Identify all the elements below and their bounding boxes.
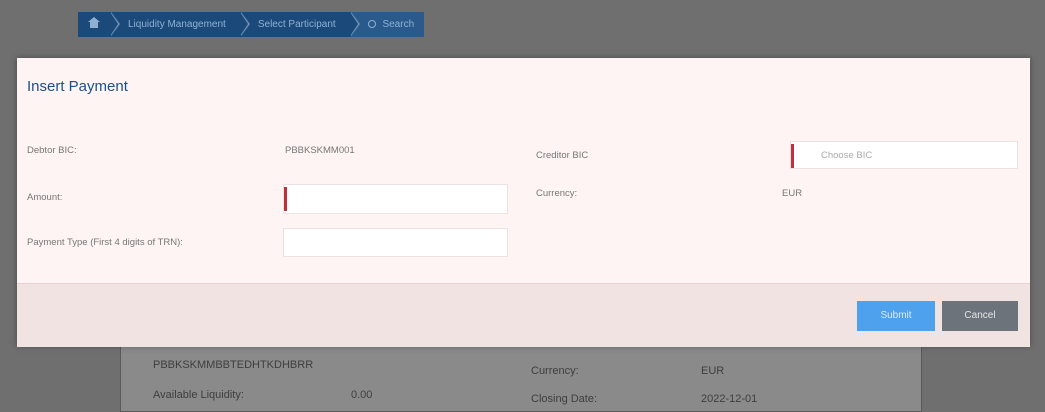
amount-field[interactable] [283, 184, 508, 214]
submit-button[interactable]: Submit [857, 301, 935, 331]
amount-label: Amount: [27, 192, 63, 203]
breadcrumb-label: Select Participant [257, 19, 336, 30]
currency-value: EUR [782, 188, 803, 199]
creditor-bic-label: Creditor BIC [536, 150, 589, 161]
background-date-value: 2022-12-01 [701, 393, 758, 405]
search-icon [367, 20, 376, 28]
dialog-title: Insert Payment [27, 78, 128, 95]
payment-type-input[interactable] [284, 229, 507, 256]
breadcrumb-label: Liquidity Management [128, 19, 226, 30]
breadcrumb: Liquidity Management Select Participant … [78, 12, 425, 37]
debtor-bic-label: Debtor BIC: [27, 145, 77, 156]
breadcrumb-home[interactable] [78, 12, 120, 37]
debtor-bic-value: PBBKSKMM001 [285, 145, 355, 156]
amount-input[interactable] [284, 185, 507, 213]
breadcrumb-liquidity-management[interactable]: Liquidity Management [110, 12, 250, 37]
background-currency-label: Currency: [531, 365, 579, 377]
background-available-liquidity-label: Available Liquidity: [153, 389, 244, 401]
breadcrumb-select-participant[interactable]: Select Participant [239, 12, 360, 37]
creditor-bic-input[interactable] [791, 142, 1017, 168]
background-currency-value: EUR [701, 365, 725, 377]
creditor-bic-field[interactable] [790, 141, 1018, 169]
background-account-id: PBBKSKMMBBTEDHTKDHBRR [153, 359, 314, 371]
breadcrumb-label: Search [382, 19, 415, 30]
insert-payment-dialog: Insert Payment Debtor BIC: PBBKSKMM001 C… [17, 58, 1030, 347]
home-icon [88, 17, 100, 28]
dialog-footer: Submit Cancel [17, 283, 1030, 347]
currency-label: Currency: [536, 188, 578, 199]
cancel-button[interactable]: Cancel [942, 301, 1018, 331]
payment-type-field[interactable] [283, 228, 508, 257]
background-date-label: Closing Date: [531, 393, 598, 405]
background-available-liquidity-value: 0.00 [351, 389, 373, 401]
payment-type-label: Payment Type (First 4 digits of TRN): [27, 237, 183, 248]
breadcrumb-search[interactable]: Search [349, 12, 425, 37]
